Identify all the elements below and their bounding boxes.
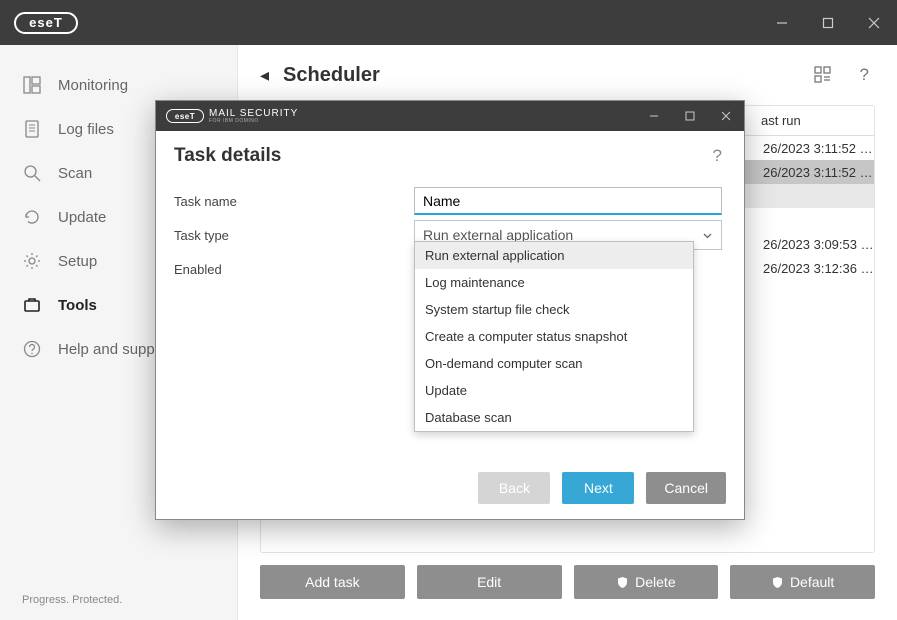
chevron-down-icon — [702, 230, 713, 241]
app-title-bar: eseT MAIL SECURITY FOR IBM DOMINO — [0, 0, 897, 45]
maximize-button[interactable] — [805, 0, 851, 45]
monitoring-icon — [22, 76, 42, 94]
eset-logo-glyph: eseT — [166, 109, 204, 123]
enabled-label: Enabled — [174, 262, 414, 277]
delete-button[interactable]: Delete — [574, 565, 719, 599]
dialog-logo: eseT MAIL SECURITY FOR IBM DOMINO — [166, 109, 298, 124]
page-title: Scheduler — [283, 64, 380, 87]
dialog-help-icon[interactable]: ? — [713, 146, 722, 166]
task-type-label: Task type — [174, 228, 414, 243]
dialog-footer: Back Next Cancel — [156, 457, 744, 519]
dialog-heading: Task details — [174, 145, 281, 167]
maximize-icon — [822, 17, 834, 29]
task-details-dialog: eseT MAIL SECURITY FOR IBM DOMINO Task d… — [155, 100, 745, 520]
close-icon — [868, 17, 880, 29]
bottom-action-bar: Add task Edit Delete Default — [238, 565, 897, 617]
scan-icon — [22, 164, 42, 182]
sidebar-item-label: Scan — [58, 165, 92, 182]
task-type-dropdown: Run external application Log maintenance… — [414, 241, 694, 432]
sidebar-item-label: Setup — [58, 253, 97, 270]
dialog-maximize-button[interactable] — [672, 101, 708, 131]
task-name-label: Task name — [174, 194, 414, 209]
help-icon — [22, 340, 42, 358]
eset-logo-glyph: eseT — [14, 12, 78, 34]
dialog-minimize-button[interactable] — [636, 101, 672, 131]
shield-icon — [616, 576, 629, 589]
dialog-close-button[interactable] — [708, 101, 744, 131]
dropdown-option[interactable]: Database scan — [415, 404, 693, 431]
logfiles-icon — [22, 120, 42, 138]
sidebar-item-label: Log files — [58, 121, 114, 138]
update-icon — [22, 208, 42, 226]
next-button[interactable]: Next — [562, 472, 634, 504]
minimize-icon — [776, 17, 788, 29]
sidebar-item-label: Update — [58, 209, 106, 226]
minimize-icon — [649, 111, 659, 121]
dropdown-option[interactable]: System startup file check — [415, 296, 693, 323]
sidebar-footer: Progress. Protected. — [0, 580, 237, 620]
close-button[interactable] — [851, 0, 897, 45]
dialog-brand-sub: FOR IBM DOMINO — [209, 119, 298, 124]
view-toggle-icon[interactable] — [814, 66, 832, 84]
minimize-button[interactable] — [759, 0, 805, 45]
dropdown-option[interactable]: Run external application — [415, 242, 693, 269]
task-name-input[interactable] — [414, 187, 722, 215]
edit-button[interactable]: Edit — [417, 565, 562, 599]
tools-icon — [22, 296, 42, 314]
cancel-button[interactable]: Cancel — [646, 472, 726, 504]
dropdown-option[interactable]: Update — [415, 377, 693, 404]
dialog-title-bar: eseT MAIL SECURITY FOR IBM DOMINO — [156, 101, 744, 131]
dropdown-option[interactable]: Log maintenance — [415, 269, 693, 296]
add-task-button[interactable]: Add task — [260, 565, 405, 599]
sidebar-item-label: Tools — [58, 297, 97, 314]
content-header: ◂ Scheduler ? — [238, 45, 897, 105]
dropdown-option[interactable]: On-demand computer scan — [415, 350, 693, 377]
maximize-icon — [685, 111, 695, 121]
sidebar-item-label: Monitoring — [58, 77, 128, 94]
back-button: Back — [478, 472, 550, 504]
dialog-brand-main: MAIL SECURITY — [209, 109, 298, 119]
back-chevron-icon[interactable]: ◂ — [260, 65, 269, 86]
shield-icon — [771, 576, 784, 589]
dropdown-option[interactable]: Create a computer status snapshot — [415, 323, 693, 350]
setup-icon — [22, 252, 42, 270]
col-last-run: ast run — [761, 113, 801, 128]
header-help-icon[interactable]: ? — [860, 65, 869, 85]
close-icon — [721, 111, 731, 121]
dialog-body: Task details ? Task name Task type Run e… — [156, 131, 744, 457]
default-button[interactable]: Default — [730, 565, 875, 599]
